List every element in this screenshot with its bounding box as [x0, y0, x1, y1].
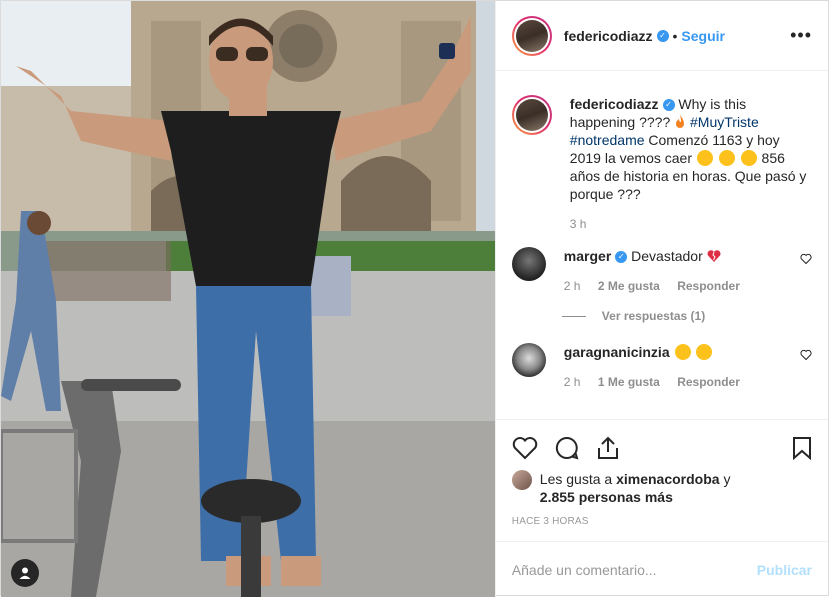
- heart-icon[interactable]: [512, 436, 538, 460]
- liker-avatar[interactable]: [511, 470, 532, 490]
- publish-button[interactable]: Publicar: [757, 562, 812, 578]
- comment-likes[interactable]: 2 Me gusta: [598, 279, 660, 293]
- comment: marger ✓ Devastador 2 h 2 Me gusta Respon…: [511, 247, 812, 295]
- author-avatar[interactable]: [511, 15, 552, 56]
- user-tag-button[interactable]: [11, 559, 39, 587]
- likes-summary: Les gusta a ximenacordoba y 2.855 person…: [511, 470, 812, 506]
- verified-icon: ✓: [615, 251, 628, 264]
- comment: garagnanicinzia 2 h 1 Me gusta Responder: [511, 343, 812, 391]
- view-replies-label: Ver respuestas (1): [601, 309, 706, 323]
- user-tag-icon: [19, 567, 31, 579]
- likes-text-1: Les gusta a: [539, 471, 613, 487]
- post-photo[interactable]: [1, 1, 495, 597]
- likes-count[interactable]: 2.855 personas más: [540, 488, 731, 506]
- comment-avatar[interactable]: [511, 247, 546, 281]
- more-options-icon[interactable]: •••: [790, 25, 812, 46]
- separator-dot: •: [672, 27, 678, 44]
- post-sidebar: federicodiazz ✓ • Seguir ••• federicodia…: [494, 1, 828, 597]
- sad-emoji-icon: [674, 344, 691, 360]
- verified-icon: ✓: [656, 29, 669, 42]
- comment-meta: 2 h 1 Me gusta Responder: [564, 373, 792, 391]
- instagram-post: federicodiazz ✓ • Seguir ••• federicodia…: [0, 0, 829, 597]
- reply-button[interactable]: Responder: [677, 279, 740, 293]
- comment-avatar[interactable]: [511, 343, 546, 377]
- comment-icon[interactable]: [554, 436, 580, 460]
- replies-line: [561, 315, 586, 317]
- caption-meta: 3 h: [570, 215, 812, 233]
- bookmark-icon[interactable]: [792, 436, 812, 460]
- caption-username[interactable]: federicodiazz: [570, 96, 659, 112]
- action-bar: [512, 428, 812, 468]
- sad-emoji-icon: [696, 344, 713, 360]
- comment-text: Devastador: [631, 248, 703, 264]
- comment-likes[interactable]: 1 Me gusta: [598, 375, 660, 389]
- hashtag-muytriste[interactable]: #MuyTriste: [690, 114, 759, 130]
- comment-username[interactable]: marger: [564, 248, 611, 264]
- comment-input[interactable]: [511, 561, 757, 578]
- comment-username[interactable]: garagnanicinzia: [564, 344, 670, 360]
- photo-illustration: [1, 1, 495, 597]
- post-time[interactable]: HACE 3 HORAS: [512, 516, 812, 527]
- comment-like-icon[interactable]: [800, 253, 812, 265]
- crying-emoji-icon: [696, 150, 713, 166]
- liker-username[interactable]: ximenacordoba: [616, 471, 719, 487]
- caption-avatar[interactable]: [511, 95, 552, 135]
- hashtag-notredame[interactable]: #notredame: [570, 132, 645, 148]
- likes-text-2: y: [723, 471, 731, 487]
- broken-heart-emoji-icon: [707, 250, 721, 262]
- author-username[interactable]: federicodiazz: [564, 28, 653, 44]
- comment-time[interactable]: 2 h: [564, 375, 581, 389]
- crying-emoji-icon: [740, 150, 757, 166]
- post-header: federicodiazz ✓ • Seguir •••: [495, 1, 828, 71]
- caption: federicodiazz ✓ Why is this happening ???…: [511, 95, 812, 233]
- comment-time[interactable]: 2 h: [564, 279, 581, 293]
- post-actions: Les gusta a ximenacordoba y 2.855 person…: [495, 419, 828, 541]
- crying-emoji-icon: [718, 150, 735, 166]
- add-comment-bar: Publicar: [495, 541, 828, 597]
- verified-icon: ✓: [662, 99, 675, 112]
- comment-meta: 2 h 2 Me gusta Responder: [564, 277, 792, 295]
- comments-list[interactable]: federicodiazz ✓ Why is this happening ???…: [496, 71, 828, 419]
- reply-button[interactable]: Responder: [677, 375, 740, 389]
- follow-button[interactable]: Seguir: [681, 28, 725, 44]
- view-replies-button[interactable]: Ver respuestas (1): [561, 309, 812, 323]
- comment-like-icon[interactable]: [800, 349, 812, 361]
- caption-time[interactable]: 3 h: [570, 217, 587, 231]
- fire-emoji-icon: [676, 115, 685, 128]
- share-icon[interactable]: [596, 436, 620, 460]
